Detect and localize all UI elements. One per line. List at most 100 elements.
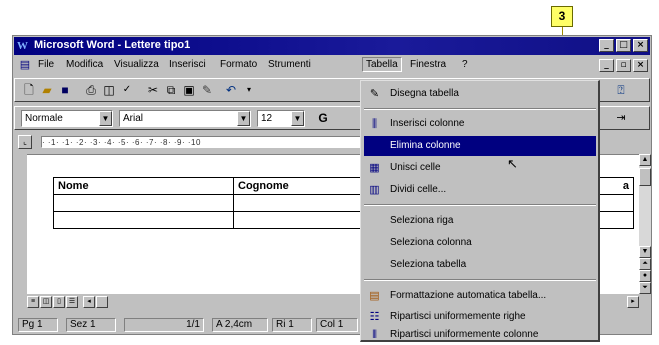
font-dropdown-icon[interactable]: ▼	[237, 111, 250, 126]
indent-icon[interactable]: ⇥	[613, 110, 629, 126]
title-bar[interactable]: W Microsoft Word - Lettere tipo1 _ □ ×	[14, 37, 650, 55]
doc-minimize-button[interactable]: _	[599, 59, 614, 72]
new-icon[interactable]: 🗋	[21, 82, 37, 98]
doc-close-button[interactable]: ×	[633, 59, 648, 72]
close-button[interactable]: ×	[633, 39, 648, 52]
tab-selector-icon[interactable]: ⌞	[18, 135, 32, 149]
scroll-left-icon[interactable]: ◂	[83, 296, 95, 308]
table-header-nome[interactable]: Nome	[53, 177, 234, 195]
ruler-scale[interactable]: · ·1· ·1· ·2· ·3· ·4· ·5· ·6· ·7· ·8· ·9…	[41, 136, 361, 148]
minimize-button[interactable]: _	[599, 39, 614, 52]
window-title: Microsoft Word - Lettere tipo1	[34, 39, 191, 51]
merge-cells-icon: ▦	[369, 162, 380, 174]
style-value: Normale	[25, 113, 63, 124]
scroll-right-icon[interactable]: ▸	[627, 296, 639, 308]
bold-button[interactable]: G	[315, 110, 331, 126]
outline-view-icon[interactable]: ☰	[66, 296, 78, 308]
save-icon[interactable]: ■	[57, 82, 73, 98]
cut-icon[interactable]: ✂	[145, 82, 161, 98]
menu-item-label: Seleziona riga	[390, 215, 454, 226]
previous-page-icon[interactable]: ⏶	[639, 258, 651, 270]
menu-item-disegna-tabella[interactable]: ✎ Disegna tabella	[364, 84, 596, 104]
menu-strumenti[interactable]: Strumenti	[268, 59, 311, 70]
status-col: Col 1	[316, 318, 358, 332]
font-value: Arial	[123, 113, 144, 124]
print-icon[interactable]: ⎙	[83, 82, 99, 98]
menu-item-label: Seleziona tabella	[390, 259, 467, 270]
menu-help[interactable]: ?	[462, 59, 468, 70]
menu-item-seleziona-tabella[interactable]: Seleziona tabella	[364, 255, 596, 275]
pencil-icon: ✎	[369, 88, 380, 100]
menu-item-inserisci-colonne[interactable]: ⫼ Inserisci colonne	[364, 114, 596, 134]
open-icon[interactable]: ▰	[39, 82, 55, 98]
format-painter-icon[interactable]: ✎	[199, 82, 215, 98]
maximize-button[interactable]: □	[616, 39, 631, 52]
print-preview-icon[interactable]: ◫	[101, 82, 117, 98]
menu-separator	[364, 279, 596, 281]
status-page: Pg 1	[18, 318, 58, 332]
size-dropdown-icon[interactable]: ▼	[291, 111, 304, 126]
undo-dropdown-icon[interactable]: ▾	[241, 82, 257, 98]
menu-item-label: Elimina colonne	[390, 140, 461, 151]
style-dropdown-icon[interactable]: ▼	[99, 111, 112, 126]
undo-icon[interactable]: ↶	[223, 82, 239, 98]
paste-icon[interactable]: ▣	[181, 82, 197, 98]
hscroll-thumb[interactable]	[96, 296, 108, 308]
spelling-icon[interactable]: ✓	[119, 82, 135, 98]
menu-item-ripartisci-colonne[interactable]: ⫴ Ripartisci uniformemente colonne	[364, 325, 596, 345]
style-combo[interactable]: Normale ▼	[21, 110, 113, 127]
vertical-scrollbar[interactable]: ▲ ▼ ⏶ ● ⏷	[639, 154, 651, 294]
split-cells-icon: ▥	[369, 184, 380, 196]
step-callout: 3	[551, 6, 573, 27]
tabella-menu: ✎ Disegna tabella ⫼ Inserisci colonne El…	[360, 80, 600, 342]
menu-item-unisci-celle[interactable]: ▦ Unisci celle	[364, 158, 596, 178]
menu-item-label: Disegna tabella	[390, 88, 459, 99]
menu-item-label: Inserisci colonne	[390, 118, 465, 129]
menu-item-label: Ripartisci uniformemente colonne	[390, 329, 539, 340]
autoformat-icon: ▤	[369, 290, 380, 302]
mouse-cursor-icon: ↖	[507, 156, 518, 171]
menu-item-seleziona-riga[interactable]: Seleziona riga	[364, 211, 596, 231]
insert-columns-icon: ⫼	[371, 118, 378, 130]
size-combo[interactable]: 12 ▼	[257, 110, 305, 127]
menu-bar: ▤ File Modifica Visualizza Inserisci For…	[14, 56, 650, 76]
scroll-down-icon[interactable]: ▼	[639, 246, 651, 258]
menu-visualizza[interactable]: Visualizza	[114, 59, 159, 70]
menu-tabella[interactable]: Tabella	[362, 57, 402, 72]
menu-separator	[364, 204, 596, 206]
document-icon[interactable]: ▤	[17, 57, 33, 73]
menu-formato[interactable]: Formato	[220, 59, 257, 70]
menu-item-dividi-celle[interactable]: ▥ Dividi celle...	[364, 180, 596, 200]
next-page-icon[interactable]: ⏷	[639, 282, 651, 294]
word-app-icon: W	[17, 40, 28, 52]
menu-file[interactable]: File	[38, 59, 54, 70]
scroll-thumb[interactable]	[639, 168, 651, 186]
menu-item-ripartisci-righe[interactable]: ☷ Ripartisci uniformemente righe	[364, 307, 596, 327]
menu-separator	[364, 108, 596, 110]
table-cell[interactable]	[53, 194, 234, 212]
scroll-up-icon[interactable]: ▲	[639, 154, 651, 166]
menu-item-label: Dividi celle...	[390, 184, 447, 195]
status-at: A 2,4cm	[212, 318, 268, 332]
status-section: Sez 1	[66, 318, 116, 332]
menu-finestra[interactable]: Finestra	[410, 59, 446, 70]
normal-view-icon[interactable]: ≡	[27, 296, 39, 308]
web-view-icon[interactable]: ◫	[40, 296, 52, 308]
menu-modifica[interactable]: Modifica	[66, 59, 103, 70]
font-combo[interactable]: Arial ▼	[119, 110, 251, 127]
menu-inserisci[interactable]: Inserisci	[169, 59, 206, 70]
table-cell[interactable]	[53, 211, 234, 229]
menu-item-label: Unisci celle	[390, 162, 441, 173]
size-value: 12	[261, 113, 273, 124]
status-pages: 1/1	[124, 318, 204, 332]
page-view-icon[interactable]: ▯	[53, 296, 65, 308]
menu-item-formattazione-automatica[interactable]: ▤ Formattazione automatica tabella...	[364, 286, 596, 306]
menu-item-elimina-colonne[interactable]: Elimina colonne	[364, 136, 596, 156]
copy-icon[interactable]: ⧉	[163, 82, 179, 98]
doc-restore-button[interactable]: ▫	[616, 59, 631, 72]
menu-item-label: Formattazione automatica tabella...	[390, 290, 547, 301]
browse-object-icon[interactable]: ●	[639, 270, 651, 282]
help-icon[interactable]: ⍰	[613, 82, 629, 98]
menu-item-seleziona-colonna[interactable]: Seleziona colonna	[364, 233, 596, 253]
menu-item-label: Seleziona colonna	[390, 237, 472, 248]
